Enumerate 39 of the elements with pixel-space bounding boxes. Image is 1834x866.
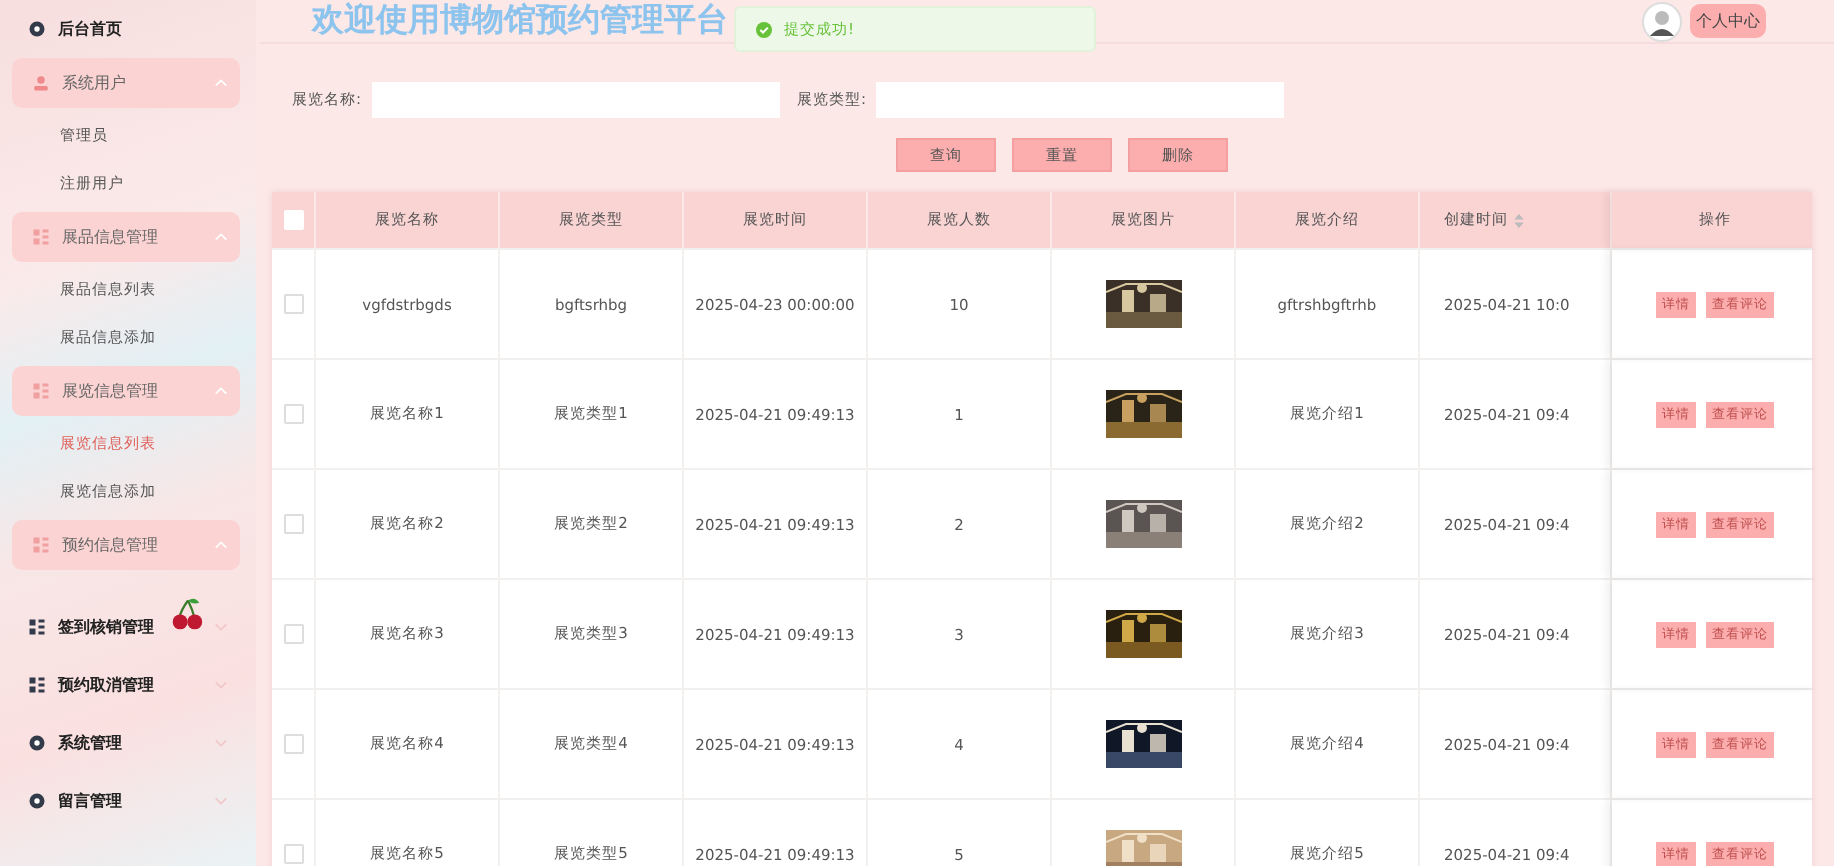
menu-item[interactable]: 签到核销管理 — [8, 598, 240, 656]
page-title: 欢迎使用博物馆预约管理平台 — [312, 0, 728, 42]
chevron-icon — [214, 232, 228, 242]
grid-icon — [32, 382, 50, 400]
grid-icon — [28, 618, 46, 636]
user-icon — [32, 74, 50, 92]
menu-item[interactable]: 展览信息管理 — [12, 366, 240, 416]
profile-button[interactable]: 个人中心 — [1690, 4, 1766, 38]
chevron-icon — [214, 738, 228, 748]
grid-icon — [32, 536, 50, 554]
chevron-icon — [214, 622, 228, 632]
menu-item[interactable]: 预约取消管理 — [8, 656, 240, 714]
menu-item[interactable]: 预约信息管理 — [12, 520, 240, 570]
chevron-icon — [214, 796, 228, 806]
gear-icon — [28, 734, 46, 752]
gear-icon — [28, 20, 46, 38]
chevron-icon — [214, 540, 228, 550]
grid-icon — [32, 228, 50, 246]
menu-item[interactable]: 留言管理 — [8, 772, 240, 830]
check-icon — [756, 21, 772, 37]
select-all-checkbox[interactable] — [283, 210, 303, 230]
row-checkbox[interactable] — [283, 514, 303, 534]
menu-item[interactable]: 展品信息管理 — [12, 212, 240, 262]
avatar[interactable] — [1642, 1, 1682, 41]
sort-icon[interactable] — [1514, 213, 1524, 227]
chevron-icon — [214, 78, 228, 88]
menu-item[interactable]: 系统用户 — [12, 58, 240, 108]
cherry-icon — [170, 596, 206, 632]
chevron-icon — [214, 386, 228, 396]
row-checkbox[interactable] — [283, 294, 303, 314]
grid-icon — [28, 676, 46, 694]
gear-icon — [28, 792, 46, 810]
menu-item[interactable]: 系统管理 — [8, 714, 240, 772]
row-checkbox[interactable] — [283, 404, 303, 424]
row-checkbox[interactable] — [283, 624, 303, 644]
chevron-icon — [214, 680, 228, 690]
menu-item[interactable]: 后台首页 — [8, 4, 240, 54]
row-checkbox[interactable] — [283, 844, 303, 864]
row-checkbox[interactable] — [283, 734, 303, 754]
